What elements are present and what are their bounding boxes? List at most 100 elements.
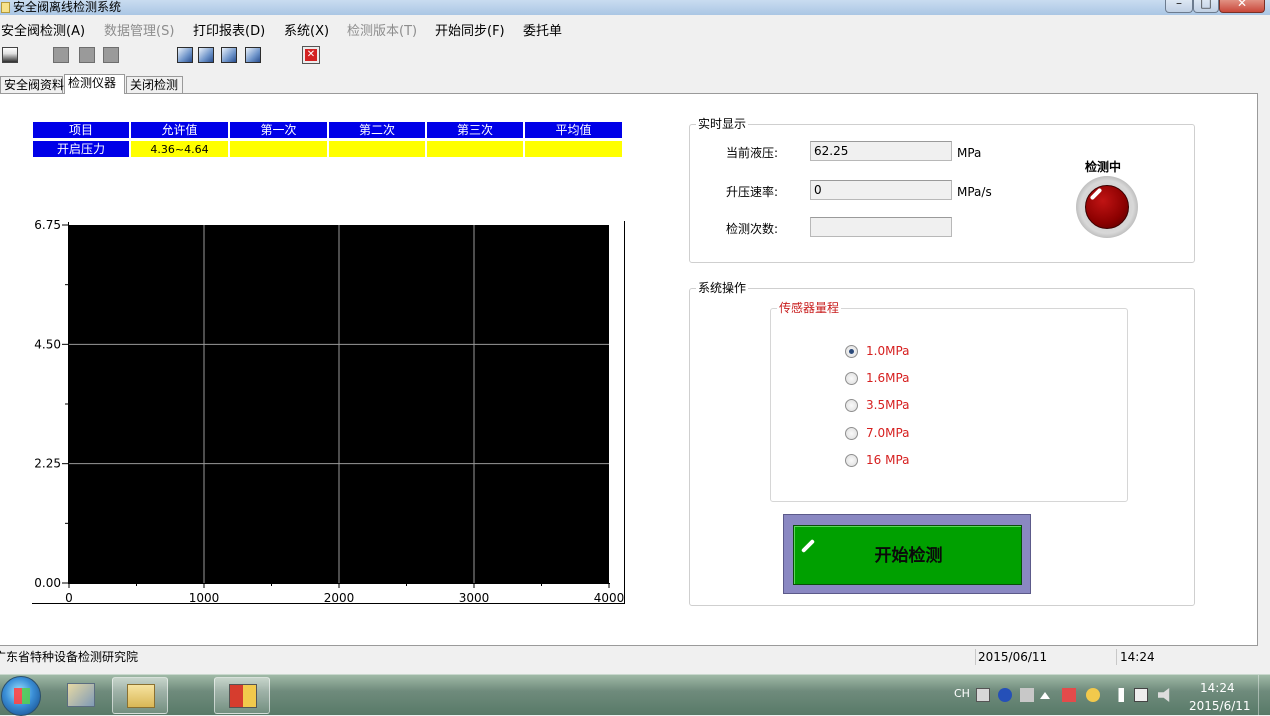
taskbar-valve-app[interactable]	[214, 677, 270, 714]
grid-cell-allowed[interactable]: 4.36~4.64	[130, 140, 229, 158]
close-button[interactable]: ✕	[1219, 0, 1265, 13]
grid-header-cell: 项目	[32, 121, 130, 139]
status-date: 2015/06/11	[978, 650, 1048, 664]
tab-close-test[interactable]: 关闭检测	[126, 76, 183, 94]
sensor-range-title: 传感器量程	[777, 301, 842, 315]
radio-button[interactable]	[845, 399, 858, 412]
range-label: 7.0MPa	[866, 426, 910, 440]
status-bar: 广东省特种设备检测研究院 2015/06/11 14:24	[0, 648, 1270, 666]
grid-cell-third[interactable]	[426, 140, 524, 158]
status-separator	[1116, 649, 1117, 665]
image-icon[interactable]	[245, 47, 261, 63]
pressure-label: 当前液压:	[726, 146, 779, 160]
menu-test-version[interactable]: 检测版本(T)	[347, 22, 417, 42]
range-label: 1.6MPa	[866, 371, 910, 385]
tab-instrument[interactable]: 检测仪器	[64, 74, 125, 94]
operation-group-title: 系统操作	[696, 281, 749, 295]
clock-date[interactable]: 2015/6/11	[1189, 699, 1251, 713]
toolbar: ✕	[0, 46, 400, 66]
radio-button[interactable]	[845, 372, 858, 385]
menu-commission[interactable]: 委托单	[523, 22, 562, 42]
count-label: 检测次数:	[726, 222, 779, 236]
qq-icon[interactable]	[1086, 688, 1100, 702]
grid-header-cell: 平均值	[524, 121, 623, 139]
volume-icon[interactable]	[1158, 688, 1170, 702]
image-icon[interactable]	[221, 47, 237, 63]
stop-icon[interactable]: ✕	[302, 46, 320, 64]
show-desktop-button[interactable]	[1258, 675, 1270, 716]
folder-icon	[127, 684, 155, 708]
menu-start-sync[interactable]: 开始同步(F)	[435, 22, 505, 42]
status-lamp-core	[1085, 185, 1129, 229]
menu-bar: 安全阀检测(A) 数据管理(S) 打印报表(D) 系统(X) 检测版本(T) 开…	[0, 22, 1270, 42]
grid-header-cell: 允许值	[130, 121, 229, 139]
image-icon[interactable]	[198, 47, 214, 63]
range-label: 3.5MPa	[866, 398, 910, 412]
grid-header-cell: 第一次	[229, 121, 328, 139]
menu-system[interactable]: 系统(X)	[284, 22, 329, 42]
y-tick-label: 0.00	[34, 576, 61, 590]
help-icon[interactable]	[998, 688, 1012, 702]
taskbar: CH 14:24 2015/6/11	[0, 674, 1270, 716]
keyboard-icon[interactable]	[976, 688, 990, 702]
grid-cell-first[interactable]	[229, 140, 328, 158]
pressure-chart: 0.00 2.25 4.50 6.75 0 1000 2000 3000 4000	[32, 218, 625, 605]
tab-valve-info[interactable]: 安全阀资料	[0, 76, 64, 94]
input-language[interactable]: CH	[954, 687, 970, 701]
minimize-button[interactable]: –	[1165, 0, 1193, 13]
ime-options-icon[interactable]	[1020, 688, 1034, 702]
x-tick-label: 3000	[459, 591, 490, 605]
realtime-group-title: 实时显示	[696, 117, 749, 131]
range-label: 16 MPa	[866, 453, 910, 467]
realtime-group: 实时显示 当前液压: 62.25 MPa 升压速率: 0 MPa/s 检测次数:…	[689, 117, 1195, 263]
first-record-icon[interactable]	[2, 47, 18, 63]
menu-valve-test[interactable]: 安全阀检测(A)	[1, 22, 85, 42]
gray-icon[interactable]	[103, 47, 119, 63]
rate-label: 升压速率:	[726, 185, 779, 199]
app-icon	[1, 2, 10, 13]
status-separator	[975, 649, 976, 665]
gray-icon[interactable]	[53, 47, 69, 63]
grid-row-label[interactable]: 开启压力	[32, 140, 130, 158]
grid-cell-second[interactable]	[328, 140, 426, 158]
grid-header-cell: 第三次	[426, 121, 524, 139]
rate-field[interactable]: 0	[810, 180, 952, 200]
app-tiles-icon	[229, 684, 257, 708]
status-time: 14:24	[1120, 650, 1155, 664]
maximize-button[interactable]: □	[1193, 0, 1219, 13]
library-icon	[67, 683, 95, 707]
gray-icon[interactable]	[79, 47, 95, 63]
network-icon[interactable]	[1110, 688, 1124, 702]
status-organization: 广东省特种设备检测研究院	[0, 650, 139, 664]
app-window: 安全阀离线检测系统 – □ ✕ 安全阀检测(A) 数据管理(S) 打印报表(D)…	[0, 0, 1270, 716]
y-tick-label: 2.25	[34, 457, 61, 471]
action-center-icon[interactable]	[1062, 688, 1076, 702]
pressure-field[interactable]: 62.25	[810, 141, 952, 161]
pressure-unit: MPa	[957, 146, 982, 160]
grid-cell-average[interactable]	[524, 140, 623, 158]
taskbar-explorer-app[interactable]	[112, 677, 168, 714]
y-tick-label: 6.75	[34, 218, 61, 232]
sensor-range-group: 传感器量程 1.0MPa 1.6MPa 3.5MPa 7.0MPa 16 MPa	[770, 301, 1128, 502]
menu-print-report[interactable]: 打印报表(D)	[193, 22, 265, 42]
rate-unit: MPa/s	[957, 185, 992, 199]
menu-data-management[interactable]: 数据管理(S)	[104, 22, 174, 42]
status-lamp	[1076, 176, 1138, 238]
show-hidden-icons-icon[interactable]	[1040, 692, 1050, 699]
count-field[interactable]	[810, 217, 952, 237]
title-bar: 安全阀离线检测系统 – □ ✕	[0, 0, 1270, 15]
power-icon[interactable]	[1134, 688, 1148, 702]
x-tick-label: 1000	[189, 591, 220, 605]
clock-time[interactable]: 14:24	[1200, 681, 1235, 695]
range-label: 1.0MPa	[866, 344, 910, 358]
radio-button[interactable]	[845, 345, 858, 358]
radio-button[interactable]	[845, 427, 858, 440]
radio-button[interactable]	[845, 454, 858, 467]
start-test-button[interactable]: 开始检测	[793, 525, 1022, 585]
window-title: 安全阀离线检测系统	[13, 0, 122, 14]
start-button[interactable]	[1, 676, 41, 716]
taskbar-library-app[interactable]	[53, 677, 109, 714]
grid-header-cell: 第二次	[328, 121, 426, 139]
windows-logo-icon	[14, 688, 30, 704]
image-icon[interactable]	[177, 47, 193, 63]
